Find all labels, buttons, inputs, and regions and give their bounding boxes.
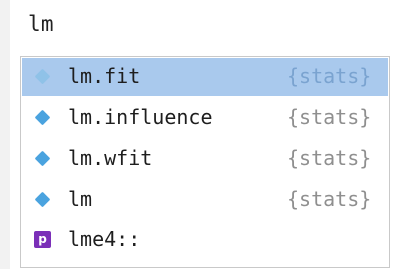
completion-item-lm[interactable]: lm {stats} bbox=[22, 181, 388, 219]
completion-item-lm-influence[interactable]: lm.influence {stats} bbox=[22, 99, 388, 137]
completion-name: lme4:: bbox=[68, 227, 141, 251]
completion-name: lm.wfit bbox=[68, 146, 153, 170]
completion-source: {stats} bbox=[287, 187, 372, 211]
completion-source: {stats} bbox=[287, 146, 372, 170]
function-icon bbox=[34, 68, 51, 85]
completion-source: {stats} bbox=[287, 64, 372, 88]
autocomplete-popup: lm.fit {stats} lm.influence {stats} lm.w… bbox=[20, 56, 390, 268]
function-icon bbox=[34, 150, 51, 167]
completion-item-lm-wfit[interactable]: lm.wfit {stats} bbox=[22, 140, 388, 178]
editor-gutter bbox=[0, 0, 10, 269]
completion-source: {stats} bbox=[287, 105, 372, 129]
package-icon: p bbox=[34, 231, 51, 248]
editor-typed-text[interactable]: lm bbox=[28, 12, 54, 36]
completion-name: lm.influence bbox=[68, 105, 213, 129]
function-icon bbox=[34, 191, 51, 208]
completion-item-lm-fit[interactable]: lm.fit {stats} bbox=[22, 58, 388, 96]
function-icon bbox=[34, 109, 51, 126]
completion-item-lme4[interactable]: p lme4:: bbox=[22, 221, 388, 259]
completion-name: lm.fit bbox=[68, 64, 141, 88]
completion-name: lm bbox=[68, 187, 93, 211]
